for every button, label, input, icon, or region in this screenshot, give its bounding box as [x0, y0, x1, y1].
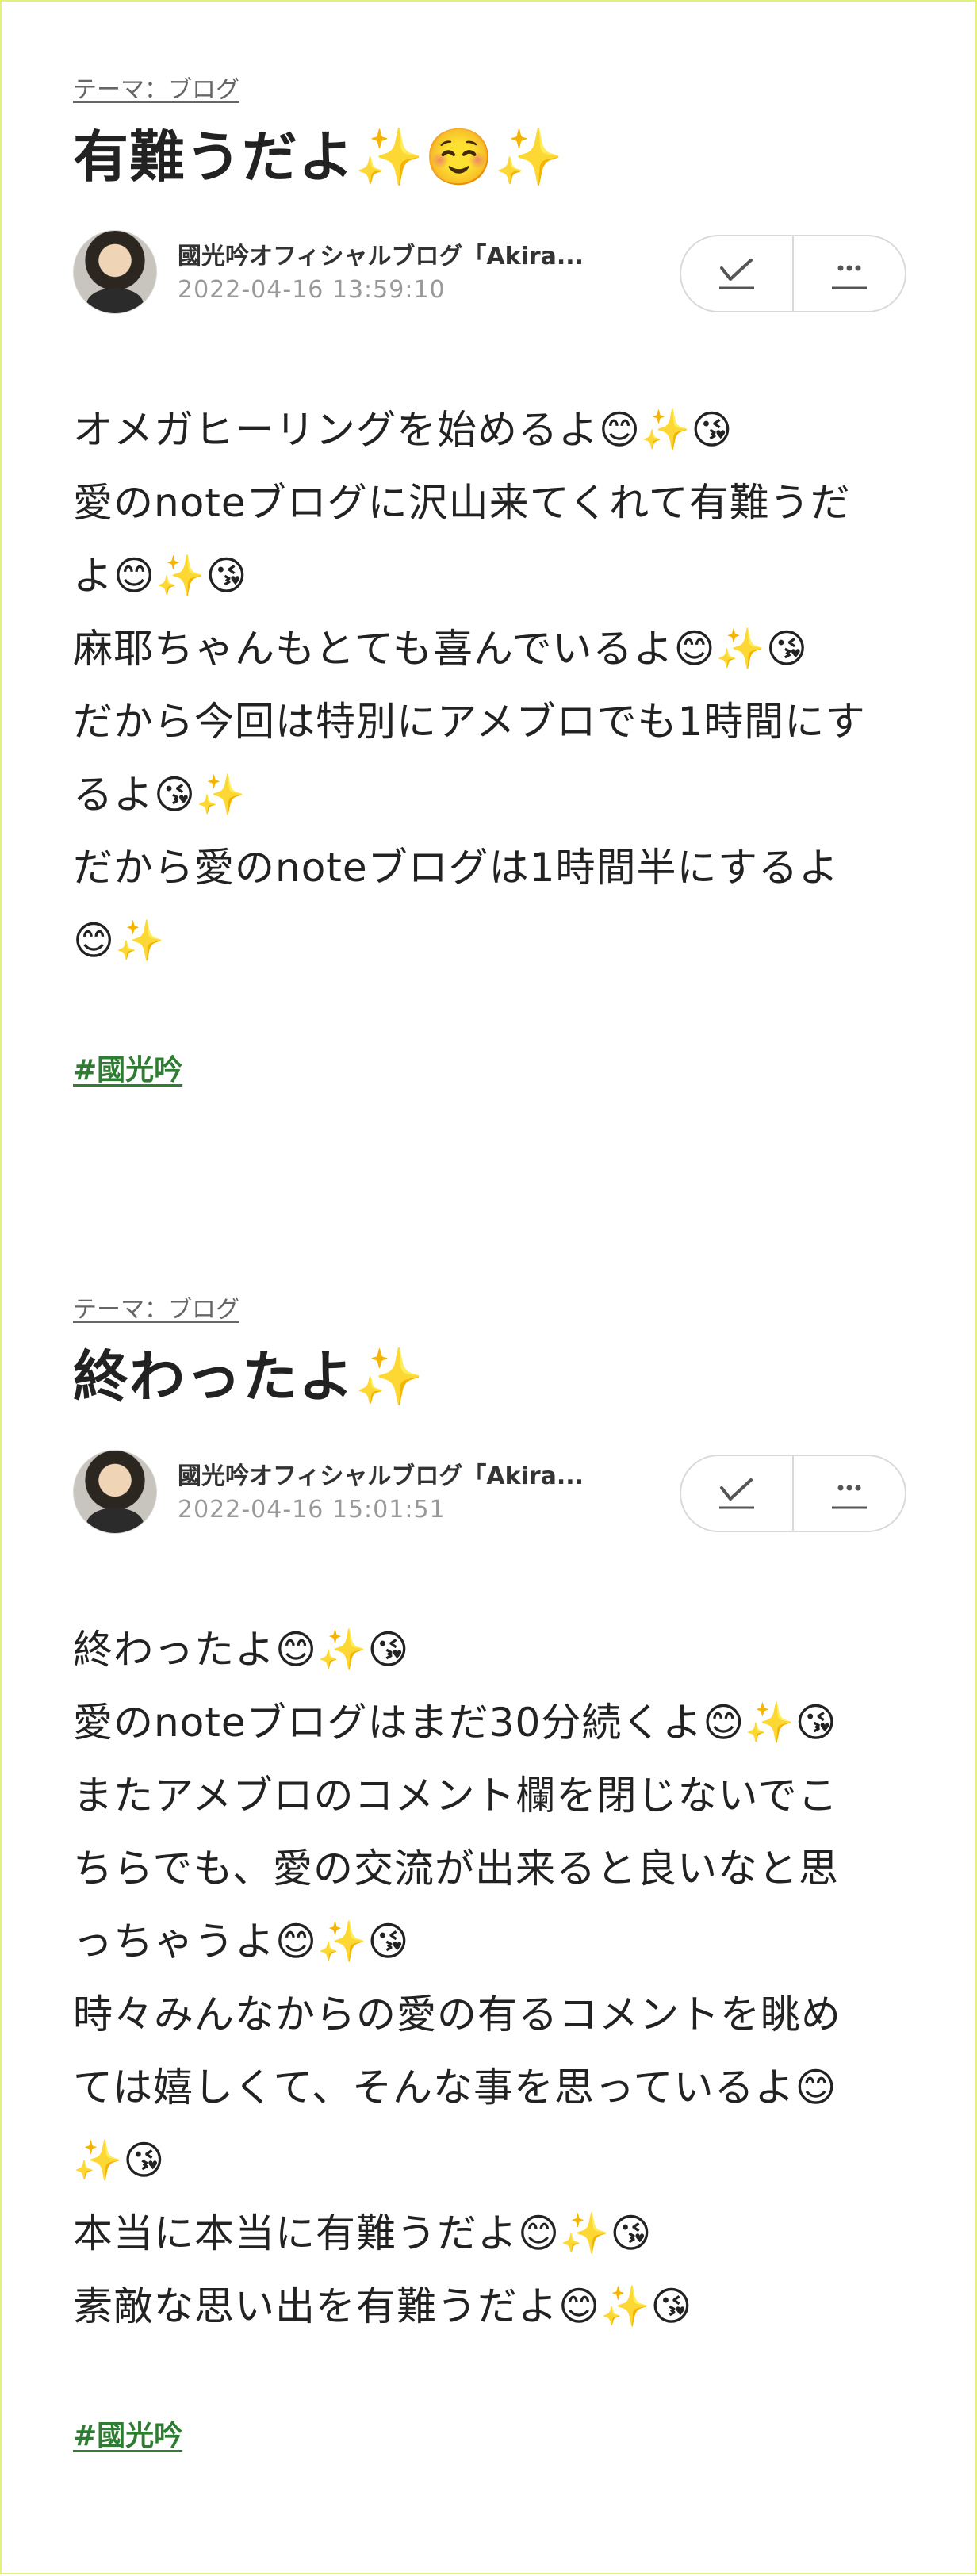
- post-theme-link[interactable]: テーマ：ブログ: [73, 1290, 239, 1324]
- author-name[interactable]: 國光吟オフィシャルブログ「Akira...: [178, 1456, 622, 1491]
- post-line: 本当に本当に有難うだよ😊✨😘: [73, 2210, 653, 2256]
- post-line: 愛のnoteブログはまだ30分続くよ😊✨😘: [73, 1700, 837, 1746]
- post-line: オメガヒーリングを始めるよ😊✨😘: [73, 407, 734, 453]
- post-actions: [680, 235, 906, 312]
- post-line: またアメブロのコメント欄を閉じないでこ: [73, 1773, 838, 1819]
- avatar-shirt: [86, 288, 144, 313]
- author-avatar[interactable]: [73, 230, 157, 314]
- check-button[interactable]: [681, 1456, 792, 1531]
- check-button[interactable]: [681, 236, 792, 311]
- post-line: 素敵な思い出を有難うだよ😊✨😘: [73, 2283, 693, 2329]
- post-body: 終わったよ😊✨😘 愛のnoteブログはまだ30分続くよ😊✨😘 またアメブロのコメ…: [73, 1613, 907, 2343]
- more-button[interactable]: [792, 1456, 905, 1531]
- author-row: 國光吟オフィシャルブログ「Akira... 2022-04-16 15:01:5…: [73, 1450, 907, 1537]
- post-theme-link[interactable]: テーマ：ブログ: [73, 70, 239, 105]
- post-line: るよ😘✨: [73, 772, 247, 818]
- post-line: 時々みんなからの愛の有るコメントを眺め: [73, 1991, 841, 2037]
- blog-page: テーマ：ブログ 有難うだよ✨☺️✨ 國光吟オフィシャルブログ「Akira... …: [2, 2, 977, 2576]
- more-button[interactable]: [792, 236, 905, 311]
- hashtag-link[interactable]: #國光吟: [73, 1047, 182, 1088]
- blog-post-2: テーマ：ブログ 終わったよ✨ 國光吟オフィシャルブログ「Akira... 202…: [73, 1290, 907, 2454]
- post-line: ては嬉しくて、そんな事を思っているよ😊: [73, 2064, 837, 2110]
- post-actions: [680, 1455, 906, 1532]
- author-name[interactable]: 國光吟オフィシャルブログ「Akira...: [178, 236, 622, 271]
- more-icon: [832, 1485, 867, 1509]
- post-title: 有難うだよ✨☺️✨: [73, 125, 565, 190]
- author-row: 國光吟オフィシャルブログ「Akira... 2022-04-16 13:59:1…: [73, 230, 907, 317]
- more-icon: [832, 265, 867, 289]
- post-line: だから今回は特別にアメブロでも1時間にす: [73, 699, 866, 745]
- post-line: 愛のnoteブログに沢山来てくれて有難うだ: [73, 480, 851, 526]
- check-icon: [719, 259, 754, 289]
- post-date: 2022-04-16 13:59:10: [178, 276, 446, 304]
- post-body: オメガヒーリングを始めるよ😊✨😘 愛のnoteブログに沢山来てくれて有難うだ よ…: [73, 393, 907, 977]
- avatar-shirt: [86, 1508, 144, 1533]
- hashtag-link[interactable]: #國光吟: [73, 2413, 182, 2454]
- post-line: 麻耶ちゃんもとても喜んでいるよ😊✨😘: [73, 626, 809, 672]
- post-line: っちゃうよ😊✨😘: [73, 1919, 410, 1965]
- post-line: 😊✨: [73, 918, 166, 964]
- post-title: 終わったよ✨: [73, 1344, 425, 1409]
- post-date: 2022-04-16 15:01:51: [178, 1496, 446, 1524]
- post-line: だから愛のnoteブログは1時間半にするよ: [73, 845, 839, 891]
- post-line: ✨😘: [73, 2137, 166, 2183]
- blog-post-1: テーマ：ブログ 有難うだよ✨☺️✨ 國光吟オフィシャルブログ「Akira... …: [73, 70, 907, 1088]
- check-icon: [719, 1478, 754, 1509]
- post-line: ちらでも、愛の交流が出来ると良いなと思: [73, 1846, 839, 1892]
- post-line: 終わったよ😊✨😘: [73, 1627, 410, 1673]
- author-avatar[interactable]: [73, 1450, 157, 1534]
- post-line: よ😊✨😘: [73, 553, 248, 599]
